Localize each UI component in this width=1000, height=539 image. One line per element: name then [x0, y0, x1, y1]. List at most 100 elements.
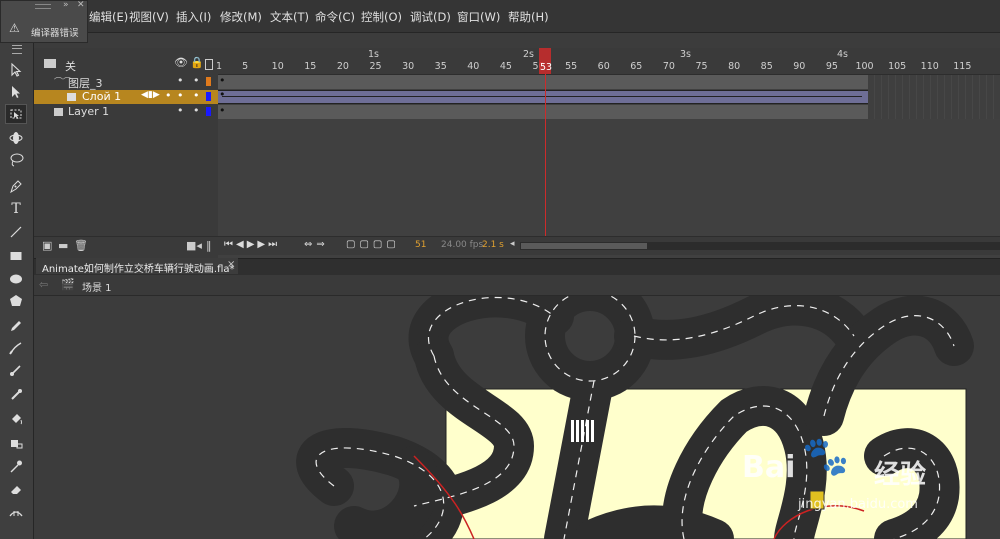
menu-modify[interactable]: 修改(M) — [220, 9, 262, 25]
stage-area[interactable]: Bai 🐾 经验 jingyan.baidu.com — [34, 296, 1000, 539]
oval-tool-icon[interactable] — [5, 269, 27, 289]
polystar-tool-icon[interactable] — [5, 291, 27, 311]
layer-row-3[interactable]: ⌒⌒ 图层_3 • • — [34, 74, 218, 91]
playhead-frame-number: 53 — [540, 62, 553, 73]
seconds-marker: 1s — [368, 49, 379, 60]
new-layer-icon[interactable]: ▣ — [42, 239, 52, 252]
layer-color-swatch[interactable] — [206, 107, 211, 116]
motion-tween-span[interactable]: • — [218, 88, 868, 104]
frame-tick-label: 105 — [888, 61, 907, 72]
outline-all-icon[interactable] — [205, 59, 213, 70]
menu-insert[interactable]: 插入(I) — [176, 9, 211, 25]
menu-edit[interactable]: 编辑(E) — [89, 9, 128, 25]
lasso-tool-icon[interactable] — [5, 150, 27, 170]
visibility-dot[interactable]: • — [177, 104, 184, 117]
frame-rate[interactable]: 24.00 fps — [441, 240, 483, 250]
menu-help[interactable]: 帮助(H) — [508, 9, 549, 25]
frame-tick-label: 1 — [216, 61, 223, 72]
tools-panel: T — [0, 43, 34, 539]
timeline-scrollbar[interactable] — [520, 242, 1000, 250]
show-hide-all-icon[interactable]: 👁 — [174, 56, 188, 69]
visibility-dot[interactable]: • — [177, 89, 184, 102]
paint-brush-tool-icon[interactable] — [5, 338, 27, 358]
watermark-paw-icon: 🐾 — [802, 434, 850, 478]
layer-color-swatch[interactable] — [206, 92, 211, 101]
frame-tick-label: 10 — [271, 61, 284, 72]
pen-tool-icon[interactable] — [5, 176, 27, 196]
visibility-dot[interactable]: • — [177, 74, 184, 87]
layer-name[interactable]: 图层_3 — [68, 75, 103, 91]
ink-bottle-tool-icon[interactable] — [5, 432, 27, 452]
menu-window[interactable]: 窗口(W) — [457, 9, 500, 25]
line-tool-icon[interactable] — [5, 222, 27, 242]
subselection-tool-icon[interactable] — [5, 82, 27, 102]
close-tab-icon[interactable]: × — [227, 259, 235, 270]
frame-span[interactable]: • — [218, 104, 868, 119]
watermark-url: jingyan.baidu.com — [798, 497, 918, 512]
compiler-errors-panel[interactable]: » ✕ ⚠ 编译器错误 — [0, 0, 88, 43]
close-icon[interactable]: ✕ — [77, 0, 85, 10]
lock-all-icon[interactable]: 🔒 — [190, 56, 204, 69]
frame-tick-label: 110 — [920, 61, 939, 72]
layer-name[interactable]: Layer 1 — [68, 105, 109, 118]
menu-bar: 编辑(E) 视图(V) 插入(I) 修改(M) 文本(T) 命令(C) 控制(O… — [0, 0, 1000, 33]
collapse-icon[interactable]: » — [63, 0, 69, 10]
layer-view-options-icon[interactable] — [44, 59, 56, 68]
frame-tick-label: 85 — [760, 61, 773, 72]
bone-tool-icon[interactable] — [5, 385, 27, 405]
delete-layer-icon[interactable]: 🗑 — [74, 239, 88, 252]
toolbar-menu-icon[interactable] — [12, 45, 22, 54]
pencil-tool-icon[interactable] — [5, 316, 27, 336]
keyframe-nav-icon[interactable]: ◀▮▶ — [141, 90, 160, 100]
frame-tick-label: 55 — [565, 61, 578, 72]
lock-dot[interactable]: • — [193, 74, 200, 87]
menu-debug[interactable]: 调试(D) — [410, 9, 451, 25]
lock-dot[interactable]: • — [193, 89, 200, 102]
scroll-left-icon[interactable]: ◂ — [510, 239, 515, 249]
watermark-brand-cn: 经验 — [874, 460, 927, 490]
seconds-marker: 4s — [837, 49, 848, 60]
eraser-tool-icon[interactable] — [5, 479, 27, 499]
selection-tool-icon[interactable] — [5, 60, 27, 80]
clapperboard-icon: 🎬 — [61, 278, 75, 291]
back-arrow-icon[interactable]: ⇦ — [39, 278, 48, 291]
document-tab[interactable]: Animate如何制作立交桥车辆行驶动画.fla* × — [36, 258, 238, 275]
panel-grip[interactable] — [35, 4, 51, 9]
frame-tick-label: 25 — [369, 61, 382, 72]
onion-skin-icons[interactable]: ▢▢▢▢ — [346, 239, 400, 250]
3d-rotation-tool-icon[interactable] — [5, 128, 27, 148]
current-frame[interactable]: 51 — [415, 240, 426, 250]
menu-commands[interactable]: 命令(C) — [315, 9, 355, 25]
frame-span[interactable]: • — [218, 74, 868, 89]
warning-icon: ⚠ — [9, 21, 20, 35]
frame-ruler[interactable]: 1s 2s 3s 4s 1510152025303540455055606570… — [216, 48, 1000, 75]
menu-text[interactable]: 文本(T) — [270, 9, 309, 25]
frame-tick-label: 20 — [336, 61, 349, 72]
layer-icon — [67, 93, 76, 101]
menu-view[interactable]: 视图(V) — [129, 9, 169, 25]
camera-icon[interactable]: ■◂ — [186, 239, 202, 252]
loop-onion-icons[interactable]: ⇔⇒ — [304, 239, 329, 250]
lock-dot[interactable]: • — [193, 104, 200, 117]
new-folder-icon[interactable]: ▬ — [58, 239, 68, 252]
watermark-brand: Bai — [742, 450, 796, 485]
eyedropper-tool-icon[interactable] — [5, 456, 27, 476]
separator-icon: ‖ — [206, 239, 212, 252]
paint-bucket-tool-icon[interactable] — [5, 409, 27, 429]
menu-control[interactable]: 控制(O) — [361, 9, 402, 25]
scene-name[interactable]: 场景 1 — [82, 279, 112, 294]
free-transform-tool-icon[interactable] — [5, 104, 27, 124]
layer-row-1[interactable]: Layer 1 • • — [34, 104, 218, 119]
brush-tool-icon[interactable] — [5, 360, 27, 380]
frame-tick-label: 30 — [402, 61, 415, 72]
layer-row-selected[interactable]: Слой 1 ◀▮▶ • • • — [34, 89, 218, 104]
layer-name[interactable]: Слой 1 — [82, 90, 121, 103]
layer-color-swatch[interactable] — [206, 77, 211, 86]
playback-controls[interactable]: ⏮◀▶▶⏭ — [224, 239, 280, 250]
rectangle-tool-icon[interactable] — [5, 246, 27, 266]
frame-tick-label: 100 — [855, 61, 874, 72]
frame-tick-label: 115 — [953, 61, 972, 72]
scroll-thumb[interactable] — [521, 243, 647, 249]
text-tool-icon[interactable]: T — [5, 199, 27, 219]
width-tool-icon[interactable] — [5, 502, 27, 522]
